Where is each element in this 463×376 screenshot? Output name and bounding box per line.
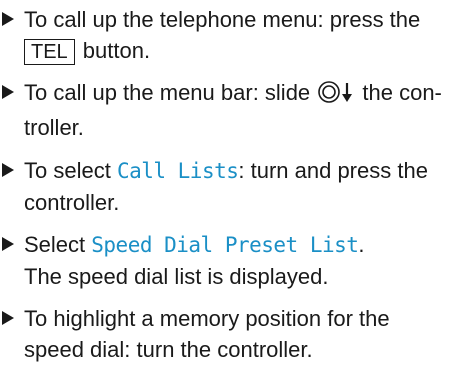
step-menu-bar: To call up the menu bar: slide the con- … [0, 77, 463, 143]
step-text: To call up the menu bar: slide [24, 80, 317, 105]
bullet-arrow-icon [2, 12, 14, 26]
step-text: . [358, 232, 365, 257]
step-line: Select Speed Dial Preset List. [24, 229, 463, 261]
step-line: speed dial: turn the controller. [24, 337, 313, 362]
step-line: To highlight a memory position for the [24, 306, 390, 331]
step-tel-menu: To call up the telephone menu: press the… [0, 4, 463, 66]
step-line: controller. [24, 190, 120, 215]
bullet-arrow-icon [2, 237, 14, 251]
step-speed-dial-preset: Select Speed Dial Preset List. The speed… [0, 229, 463, 292]
step-text: To call up the telephone menu: press the [24, 7, 421, 32]
step-line: To call up the menu bar: slide the con- [24, 77, 463, 112]
step-text: Select [24, 232, 92, 257]
tel-key: TEL [24, 39, 75, 65]
step-line: troller. [24, 115, 84, 140]
step-text: the con- [356, 80, 442, 105]
step-highlight-memory: To highlight a memory position for the s… [0, 303, 463, 365]
step-line: The speed dial list is displayed. [24, 264, 329, 289]
step-text: To select [24, 158, 117, 183]
step-text: button. [76, 38, 151, 63]
bullet-arrow-icon [2, 311, 14, 325]
controller-slide-down-icon [317, 80, 355, 112]
step-call-lists: To select Call Lists: turn and press the… [0, 155, 463, 218]
step-line: To select Call Lists: turn and press the [24, 155, 463, 187]
step-line: TEL button. [24, 35, 463, 66]
menu-term-call-lists: Call Lists [116, 159, 239, 183]
step-text: : turn and press the [238, 158, 428, 183]
bullet-arrow-icon [2, 85, 14, 99]
bullet-arrow-icon [2, 163, 14, 177]
instruction-list: To call up the telephone menu: press the… [0, 4, 463, 376]
menu-term-speed-dial-preset-list: Speed Dial Preset List [91, 233, 359, 257]
step-line: To call up the telephone menu: press the [24, 4, 463, 35]
